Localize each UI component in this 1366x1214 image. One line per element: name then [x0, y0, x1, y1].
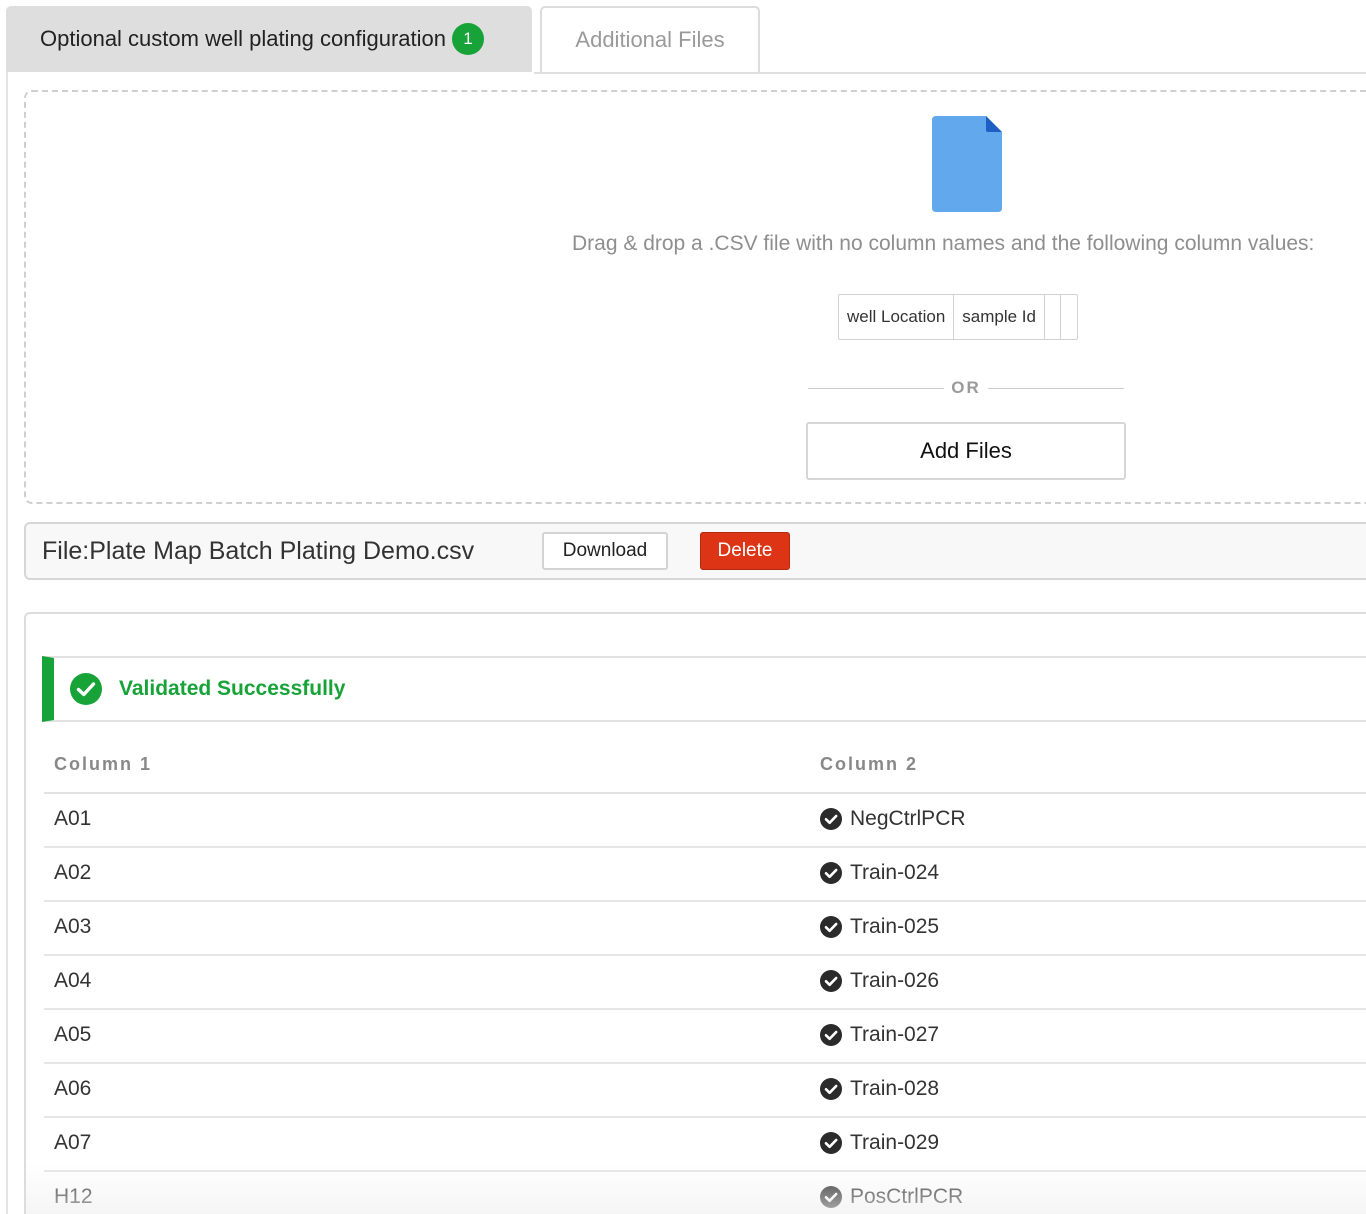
drop-instructions: Drag & drop a .CSV file with no column n…: [572, 232, 1315, 255]
valid-check-icon: [820, 1078, 842, 1100]
download-button[interactable]: Download: [542, 532, 668, 570]
tab-additional-files[interactable]: Additional Files: [540, 6, 760, 72]
tab-custom-well-plating[interactable]: Optional custom well plating configurati…: [6, 6, 532, 72]
valid-check-icon: [820, 862, 842, 884]
sample-id-cell: Train-025: [820, 915, 939, 939]
file-icon: [932, 116, 1002, 212]
validation-message: Validated Successfully: [119, 677, 346, 700]
plate-config-page: Optional custom well plating configurati…: [0, 0, 1366, 1214]
tab-divider: [534, 72, 1366, 74]
well-location-cell: A06: [54, 1077, 92, 1100]
sample-id-text: Train-029: [850, 1131, 940, 1154]
well-location-cell: A04: [54, 969, 92, 992]
sample-id-cell: PosCtrlPCR: [820, 1185, 963, 1209]
table-row: A01 NegCtrlPCR: [44, 794, 1366, 848]
sample-id-cell: Train-026: [820, 969, 939, 993]
valid-check-icon: [820, 970, 842, 992]
table-row: A02 Train-024: [44, 848, 1366, 902]
valid-check-icon: [820, 916, 842, 938]
sample-id-text: Train-024: [850, 861, 940, 884]
delete-button[interactable]: Delete: [700, 532, 790, 570]
count-badge: 1: [452, 23, 485, 55]
file-name-label: File:Plate Map Batch Plating Demo.csv: [42, 537, 475, 565]
panel-left-border: [6, 72, 8, 1214]
sample-id-text: Train-027: [850, 1023, 940, 1046]
sample-id-text: NegCtrlPCR: [850, 807, 966, 830]
column-chip: well Location: [839, 295, 955, 339]
tab-label: Additional Files: [575, 27, 725, 52]
column-header[interactable]: Column 2: [820, 754, 918, 775]
column-header[interactable]: Column 1: [54, 754, 152, 775]
sample-id-text: Train-025: [850, 915, 940, 938]
valid-check-icon: [820, 808, 842, 830]
sample-id-text: PosCtrlPCR: [850, 1185, 964, 1208]
expected-columns-table: well Location sample Id: [838, 294, 1078, 340]
column-chip: sample Id: [954, 295, 1045, 339]
add-files-button[interactable]: Add Files: [806, 422, 1126, 480]
table-body: A01 NegCtrlPCR A02 Train-024 A03 Train-025 A04…: [44, 794, 1366, 1214]
validation-results-panel: Validated Successfully Column 1 Column 2…: [24, 612, 1366, 1214]
column-chip-empty: [1045, 295, 1061, 339]
table-row: A05 Train-027: [44, 1010, 1366, 1064]
sample-id-cell: Train-027: [820, 1023, 939, 1047]
check-circle-icon: [70, 673, 102, 705]
well-location-cell: A03: [54, 915, 92, 938]
table-row: A03 Train-025: [44, 902, 1366, 956]
column-chip-empty: [1061, 295, 1077, 339]
valid-check-icon: [820, 1132, 842, 1154]
plate-map-table: Column 1 Column 2 A01 NegCtrlPCR A02 Train-…: [44, 740, 1366, 1214]
tab-bar: Optional custom well plating configurati…: [6, 6, 1366, 73]
file-drop-zone[interactable]: Drag & drop a .CSV file with no column n…: [24, 90, 1366, 504]
table-header: Column 1 Column 2: [44, 740, 1366, 794]
validation-status-banner: Validated Successfully: [42, 656, 1366, 722]
uploaded-file-bar: File:Plate Map Batch Plating Demo.csv Do…: [24, 522, 1366, 580]
table-row: A06 Train-028: [44, 1064, 1366, 1118]
sample-id-cell: Train-029: [820, 1131, 939, 1155]
sample-id-cell: Train-028: [820, 1077, 939, 1101]
valid-check-icon: [820, 1186, 842, 1208]
table-row: H12 PosCtrlPCR: [44, 1172, 1366, 1214]
tab-label: Optional custom well plating configurati…: [40, 26, 447, 51]
or-divider-left: [808, 388, 944, 389]
well-location-cell: A05: [54, 1023, 92, 1046]
well-location-cell: H12: [54, 1185, 93, 1208]
sample-id-cell: NegCtrlPCR: [820, 807, 966, 831]
sample-id-cell: Train-024: [820, 861, 939, 885]
valid-check-icon: [820, 1024, 842, 1046]
sample-id-text: Train-026: [850, 969, 940, 992]
sample-id-text: Train-028: [850, 1077, 940, 1100]
well-location-cell: A01: [54, 807, 92, 830]
or-label: OR: [951, 378, 981, 397]
table-row: A07 Train-029: [44, 1118, 1366, 1172]
or-divider-right: [988, 388, 1124, 389]
table-row: A04 Train-026: [44, 956, 1366, 1010]
well-location-cell: A02: [54, 861, 92, 884]
well-location-cell: A07: [54, 1131, 92, 1154]
